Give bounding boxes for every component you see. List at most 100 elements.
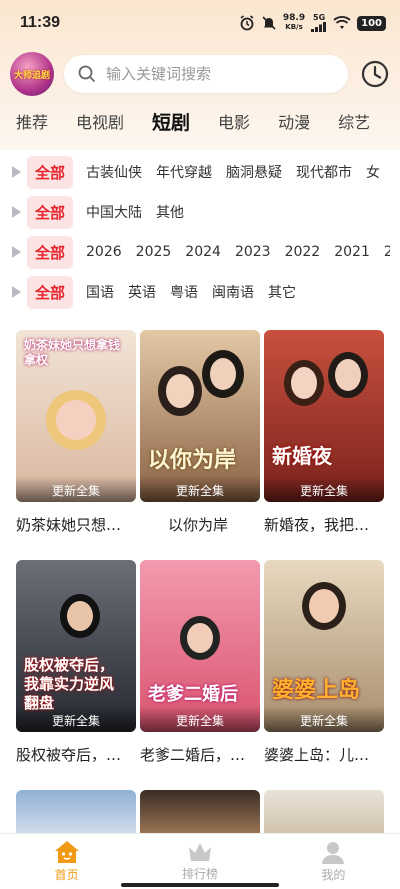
filter-option[interactable]: 脑洞悬疑 [226,162,282,182]
drama-title[interactable]: 奶茶妹她只想… [16,514,140,535]
drama-card[interactable]: 奶茶妹她只想拿钱拿权 更新全集 奶茶妹她只想… [16,330,136,535]
filter-option[interactable]: 2022 [285,244,321,260]
filter-option[interactable]: 其它 [268,282,296,302]
drama-poster[interactable]: 以你为岸 更新全集 [140,330,260,502]
network-type: 5G [313,13,326,22]
nav-label: 首页 [54,868,79,882]
filter-all-chip[interactable]: 全部 [27,235,74,269]
filter-option[interactable]: 2023 [235,244,271,260]
filter-option[interactable]: 闽南语 [212,282,254,302]
update-badge: 更新全集 [264,476,384,502]
update-badge: 更新全集 [16,706,136,732]
filter-option[interactable]: 2025 [136,244,172,260]
filter-row-year: 全部 2026 2025 2024 2023 2022 2021 202 [10,232,390,272]
poster-title-art: 以你为岸 [148,448,237,473]
filter-option[interactable]: 英语 [128,282,156,302]
bottom-nav: 首页 排行榜 我的 [0,833,400,889]
search-icon [78,65,96,83]
poster-figure [46,390,106,450]
search-bar[interactable] [64,55,348,93]
tab-short-drama[interactable]: 短剧 [152,108,195,135]
expand-arrow-icon[interactable] [12,166,21,178]
drama-title[interactable]: 新婚夜，我把… [264,514,388,535]
filter-option[interactable]: 中国大陆 [86,202,142,222]
poster-title-art: 老爹二婚后 [148,684,238,705]
filter-row-genre: 全部 古装仙侠 年代穿越 脑洞悬疑 现代都市 女 [10,152,390,192]
wifi-icon [333,16,351,29]
speed-value: 98.9 [282,13,306,23]
history-icon[interactable] [360,59,390,89]
logo-text: 大师追剧 [13,70,50,81]
drama-title[interactable]: 股权被夺后，… [16,744,140,765]
filter-panel: 全部 古装仙侠 年代穿越 脑洞悬疑 现代都市 女 全部 中国大陆 其他 全部 2… [10,152,390,320]
drama-title[interactable]: 老爹二婚后，… [140,744,264,765]
drama-poster[interactable]: 新婚夜 更新全集 [264,330,384,502]
network-speed: 98.9 KB/s [283,14,305,32]
poster-figure [180,616,220,660]
drama-title[interactable]: 以你为岸 [140,514,264,535]
nav-mine[interactable]: 我的 [267,834,400,889]
tab-anime[interactable]: 动漫 [278,109,310,133]
drama-card[interactable]: 老爹二婚后 更新全集 老爹二婚后，… [140,560,260,765]
drama-poster[interactable]: 股权被夺后，我靠实力逆风翻盘 更新全集 [16,560,136,732]
filter-option[interactable]: 现代都市 [296,162,352,182]
update-badge: 更新全集 [140,706,260,732]
filter-all-chip[interactable]: 全部 [27,195,74,229]
filter-row-language: 全部 国语 英语 粤语 闽南语 其它 [10,272,390,312]
filter-option[interactable]: 2026 [86,244,122,260]
app-logo[interactable]: 大师追剧 [10,52,54,96]
nav-label: 排行榜 [181,867,218,881]
filter-option[interactable]: 粤语 [170,282,198,302]
drama-card[interactable]: 以你为岸 更新全集 以你为岸 [140,330,260,535]
tab-variety[interactable]: 综艺 [338,109,370,133]
nav-ranking[interactable]: 排行榜 [133,834,266,889]
expand-arrow-icon[interactable] [12,286,21,298]
poster-figure [158,366,202,416]
drama-title[interactable]: 婆婆上岛：儿… [264,744,388,765]
update-badge: 更新全集 [264,706,384,732]
user-icon [322,842,345,864]
home-icon [54,841,79,863]
signal-icon [311,22,327,32]
filter-option[interactable]: 年代穿越 [156,162,212,182]
tab-tv-series[interactable]: 电视剧 [76,109,124,133]
filter-option[interactable]: 国语 [86,282,114,302]
expand-arrow-icon[interactable] [12,206,21,218]
nav-label: 我的 [321,868,346,882]
battery-indicator: 100 [357,15,386,31]
filter-row-region: 全部 中国大陆 其他 [10,192,390,232]
filter-option[interactable]: 女 [366,162,380,182]
drama-poster[interactable]: 老爹二婚后 更新全集 [140,560,260,732]
search-input[interactable] [106,65,326,83]
app-header: 大师追剧 [0,50,400,98]
filter-all-chip[interactable]: 全部 [27,275,74,309]
gesture-bar [121,883,279,887]
category-tabs: 推荐 电视剧 短剧 电影 动漫 综艺 [0,104,400,138]
drama-card[interactable]: 股权被夺后，我靠实力逆风翻盘 更新全集 股权被夺后，… [16,560,136,765]
nav-home[interactable]: 首页 [0,834,133,889]
filter-option[interactable]: 2024 [185,244,221,260]
filter-option[interactable]: 古装仙侠 [86,162,142,182]
drama-poster[interactable]: 奶茶妹她只想拿钱拿权 更新全集 [16,330,136,502]
filter-option[interactable]: 其他 [156,202,184,222]
drama-card[interactable]: 新婚夜 更新全集 新婚夜，我把… [264,330,384,535]
drama-card[interactable]: 婆婆上岛 更新全集 婆婆上岛：儿… [264,560,384,765]
poster-figure [328,352,368,398]
filter-option[interactable]: 202 [384,244,390,260]
filter-all-chip[interactable]: 全部 [27,155,74,189]
poster-title-art: 奶茶妹她只想拿钱拿权 [24,338,121,367]
poster-figure [302,582,346,630]
mute-bell-icon [262,16,276,30]
update-badge: 更新全集 [140,476,260,502]
alarm-icon [240,15,254,31]
update-badge: 更新全集 [16,476,136,502]
expand-arrow-icon[interactable] [12,246,21,258]
tab-movie[interactable]: 电影 [218,109,250,133]
cellular-indicator: 5G [311,14,327,32]
speed-unit: KB/s [285,23,303,31]
poster-title-art: 婆婆上岛 [272,678,361,703]
poster-title-art: 股权被夺后，我靠实力逆风翻盘 [24,656,115,712]
filter-option[interactable]: 2021 [334,244,370,260]
tab-recommend[interactable]: 推荐 [16,109,48,133]
drama-poster[interactable]: 婆婆上岛 更新全集 [264,560,384,732]
